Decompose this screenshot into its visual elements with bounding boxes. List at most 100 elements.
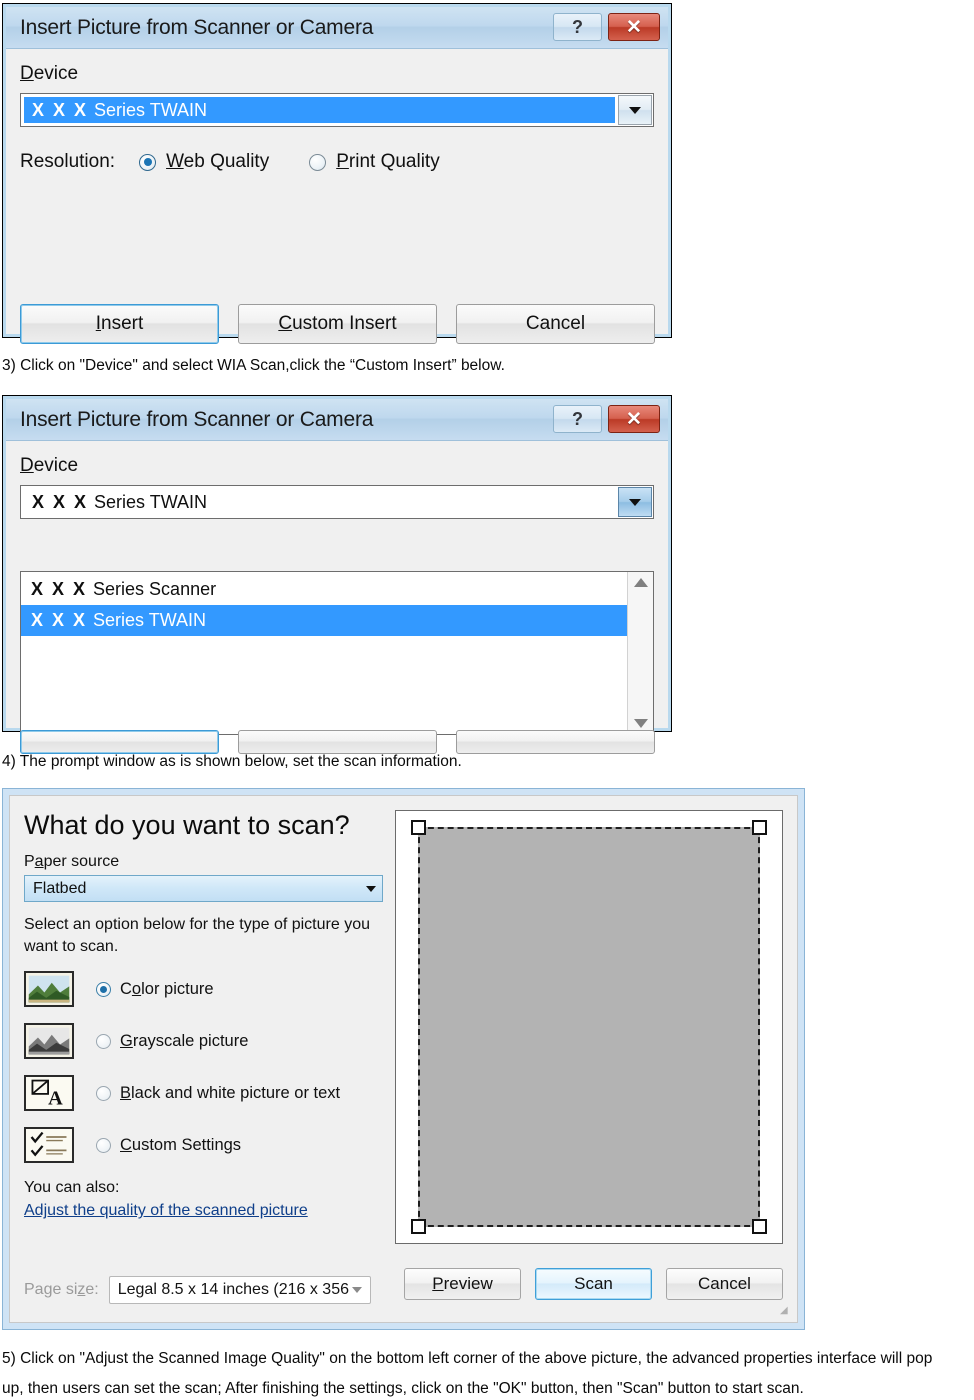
help-icon[interactable]: ? (553, 405, 602, 433)
resize-handle-bottom-right[interactable] (752, 1219, 767, 1234)
cancel-button[interactable] (456, 730, 655, 754)
resize-handle-top-left[interactable] (411, 820, 426, 835)
dropdown-items: X X X Series Scanner X X X Series TWAIN (21, 572, 627, 734)
adjust-quality-link[interactable]: Adjust the quality of the scanned pictur… (24, 1202, 308, 1220)
page-size-combobox[interactable]: Legal 8.5 x 14 inches (216 x 356 (108, 1276, 371, 1304)
page-size-label: Page size: (24, 1281, 99, 1298)
radio-web-quality[interactable] (139, 153, 157, 171)
device-combobox-value-2: X X X Series TWAIN (24, 489, 615, 515)
dialog-title: Insert Picture from Scanner or Camera (20, 15, 374, 39)
resize-grip-icon[interactable]: ◢ (780, 1306, 792, 1318)
device-label-rest-2: evice (33, 455, 79, 476)
scan-type-description: Select an option below for the type of p… (24, 916, 370, 955)
close-glyph: ✕ (626, 16, 642, 38)
resolution-label: Resolution: (20, 151, 116, 172)
grayscale-picture-icon (24, 1023, 74, 1060)
list-item[interactable]: X X X Series TWAIN (21, 605, 627, 636)
resolution-row: Resolution: Web Quality Print Quality (20, 151, 654, 173)
chevron-down-icon (366, 885, 376, 892)
titlebar: Insert Picture from Scanner or Camera ? … (6, 7, 668, 49)
caption-step-3: 3) Click on "Device" and select WIA Scan… (2, 357, 505, 374)
close-icon[interactable]: ✕ (608, 13, 660, 41)
wia-cancel-button[interactable]: Cancel (666, 1268, 783, 1300)
titlebar-buttons-2: ? ✕ (553, 405, 660, 433)
radio-grayscale-picture[interactable] (96, 1033, 111, 1049)
help-glyph: ? (572, 16, 583, 37)
close-glyph-2: ✕ (626, 408, 642, 430)
radio-black-and-white[interactable] (96, 1085, 111, 1101)
device-prefix: X X X (32, 99, 89, 120)
scan-option-label: Color picture (120, 979, 214, 998)
dialog-body-2: Device X X X Series TWAIN X X X Series S… (6, 441, 668, 754)
bw-picture-icon: A (24, 1075, 74, 1112)
device-label-2: Device (20, 455, 79, 476)
paper-source-value: Flatbed (33, 879, 87, 897)
scan-option-color-picture[interactable]: Color picture (24, 971, 383, 1008)
scan-preview-area[interactable] (395, 810, 783, 1244)
wia-cancel-button-label: Cancel (698, 1274, 751, 1293)
resize-handle-bottom-left[interactable] (411, 1219, 426, 1234)
preview-button-label: Preview (432, 1274, 493, 1293)
list-item-label: Series TWAIN (93, 610, 207, 630)
chevron-down-glyph-2 (629, 498, 641, 506)
wia-button-row: Preview Scan Cancel (404, 1268, 783, 1300)
dialog-frame-2: Insert Picture from Scanner or Camera ? … (3, 396, 671, 754)
scroll-down-icon[interactable] (633, 719, 648, 728)
paper-source-label: Paper source (24, 853, 120, 870)
help-glyph-2: ? (572, 408, 583, 429)
list-item-prefix: X X X (31, 610, 88, 630)
wia-right-pane: Preview Scan Cancel ◢ (395, 796, 797, 1322)
wia-inner: What do you want to scan? Paper source F… (9, 795, 798, 1323)
scan-selection-region[interactable] (411, 820, 767, 1234)
cancel-button-label: Cancel (525, 313, 586, 334)
custom-insert-button-label: Custom Insert (278, 313, 397, 334)
caption-step-5-line1: 5) Click on "Adjust the Scanned Image Qu… (2, 1350, 933, 1367)
paper-source-combobox[interactable]: Flatbed (24, 875, 383, 902)
radio-print-quality[interactable] (309, 153, 327, 171)
list-item[interactable]: X X X Series Scanner (21, 574, 627, 605)
device-combobox-open[interactable]: X X X Series TWAIN (20, 485, 654, 519)
scan-button-label: Scan (574, 1274, 613, 1293)
resize-handle-top-right[interactable] (752, 820, 767, 835)
device-value-text-2: Series TWAIN (94, 491, 208, 512)
dialog-inner: Insert Picture from Scanner or Camera ? … (6, 7, 668, 344)
scan-option-black-and-white[interactable]: A Black and white picture or text (24, 1075, 383, 1112)
list-item-label: Series Scanner (93, 579, 217, 599)
close-icon[interactable]: ✕ (608, 405, 660, 433)
radio-color-picture[interactable] (96, 981, 111, 997)
radio-print-quality-label[interactable]: Print Quality (336, 151, 440, 173)
scroll-up-icon[interactable] (633, 578, 648, 587)
insert-picture-dialog-1: Insert Picture from Scanner or Camera ? … (2, 3, 672, 344)
wia-left-pane: What do you want to scan? Paper source F… (10, 796, 395, 1322)
chevron-down-icon[interactable] (618, 487, 652, 517)
radio-web-quality-label[interactable]: Web Quality (166, 151, 269, 173)
help-icon[interactable]: ? (553, 13, 602, 41)
cancel-button[interactable]: Cancel (456, 304, 655, 344)
device-combobox-value: X X X Series TWAIN (24, 97, 615, 123)
wia-heading: What do you want to scan? (24, 810, 350, 840)
device-dropdown-list[interactable]: X X X Series Scanner X X X Series TWAIN (20, 571, 654, 735)
list-item-prefix: X X X (31, 579, 88, 599)
preview-button[interactable]: Preview (404, 1268, 521, 1300)
scan-option-label: Black and white picture or text (120, 1083, 341, 1102)
insert-button[interactable]: Insert (20, 304, 219, 344)
device-combobox[interactable]: X X X Series TWAIN (20, 93, 654, 127)
page-size-value: Legal 8.5 x 14 inches (216 x 356 (117, 1281, 349, 1298)
scan-button[interactable]: Scan (535, 1268, 652, 1300)
chevron-down-icon[interactable] (618, 95, 652, 125)
custom-settings-icon (24, 1127, 74, 1164)
scan-option-custom-settings[interactable]: Custom Settings (24, 1127, 383, 1164)
dialog-frame: Insert Picture from Scanner or Camera ? … (3, 4, 671, 344)
scan-option-grayscale-picture[interactable]: Grayscale picture (24, 1023, 383, 1060)
dialog-title-2: Insert Picture from Scanner or Camera (20, 407, 374, 431)
chevron-down-glyph (629, 106, 641, 114)
caption-step-5-line2: up, then users can set the scan; After f… (2, 1380, 804, 1397)
radio-custom-settings[interactable] (96, 1137, 111, 1153)
insert-button-label: Insert (95, 313, 144, 334)
dropdown-scrollbar[interactable] (627, 572, 653, 734)
custom-insert-button[interactable]: Custom Insert (238, 304, 437, 344)
caption-step-4: 4) The prompt window as is shown below, … (2, 753, 462, 770)
device-label-rest: evice (33, 63, 79, 84)
dialog-body: Device X X X Series TWAIN Resolution: We… (6, 49, 668, 344)
scan-option-label: Grayscale picture (120, 1031, 249, 1050)
